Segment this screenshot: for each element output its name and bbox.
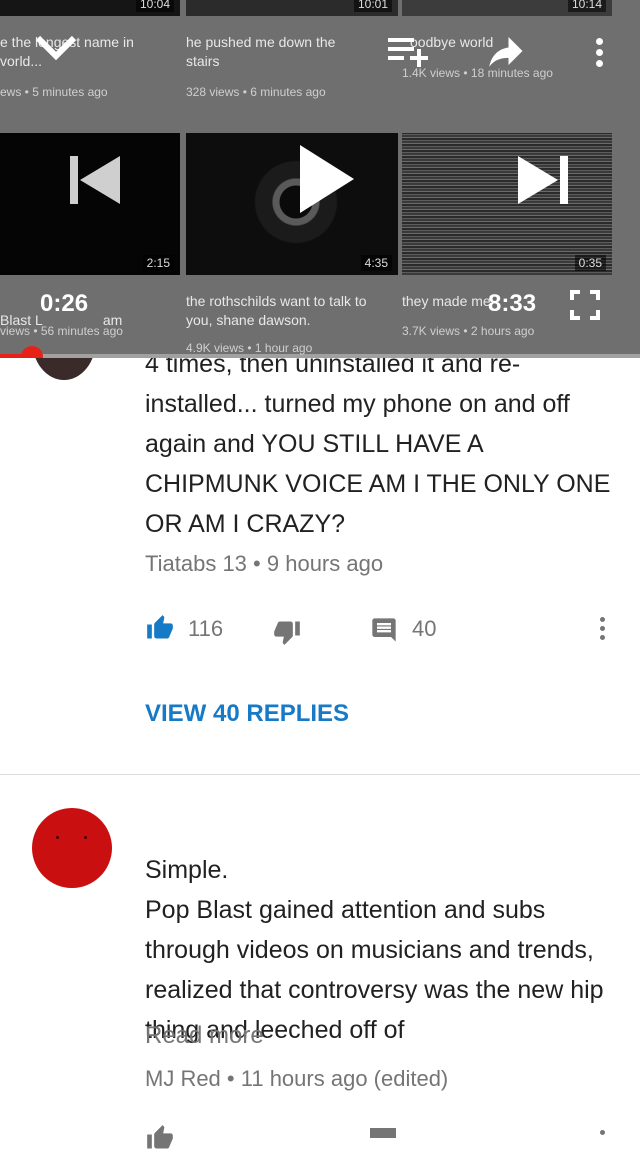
progress-track[interactable]: [0, 354, 640, 358]
duration-badge: 4:35: [360, 255, 392, 271]
suggestion-meta: 4.9K views • 1 hour ago: [186, 341, 313, 355]
comment-2-more-menu[interactable]: [600, 1130, 606, 1139]
separator-dot: •: [253, 551, 267, 576]
like-button[interactable]: [145, 614, 175, 647]
reply-count: 40: [412, 616, 437, 641]
comment-2-meta: MJ Red • 11 hours ago (edited): [145, 1066, 448, 1092]
suggestion-meta: 1.4K views • 18 minutes ago: [402, 66, 553, 80]
suggestion-meta: 3.7K views • 2 hours ago: [402, 324, 535, 338]
view-replies-button[interactable]: VIEW 40 REPLIES: [145, 700, 349, 728]
suggestion-thumbnail[interactable]: 10:14: [402, 0, 612, 16]
comment-1-meta: Tiatabs 13 • 9 hours ago: [145, 551, 383, 577]
duration-badge: 10:01: [353, 0, 392, 12]
suggestion-thumbnail[interactable]: 10:04: [0, 0, 180, 16]
share-icon[interactable]: [482, 30, 528, 72]
elapsed-time: 0:26: [40, 290, 89, 317]
avatar-eye: [84, 836, 87, 839]
suggestion-meta: views • 56 minutes ago: [0, 324, 123, 338]
comment-2-text: Simple. Pop Blast gained attention and s…: [145, 856, 604, 1044]
next-icon[interactable]: [518, 156, 570, 204]
comment-2-avatar[interactable]: [32, 808, 112, 888]
thumbs-up-icon: [147, 1125, 173, 1149]
comment-2-reply-button[interactable]: [370, 1128, 396, 1138]
comment-1-more-menu[interactable]: [600, 617, 606, 644]
player-more-menu[interactable]: [596, 38, 603, 71]
more-vert-icon: [596, 38, 603, 45]
total-duration: 8:33: [488, 290, 537, 317]
comment-1-time: 9 hours ago: [266, 551, 384, 576]
suggestion-title[interactable]: the rothschilds want to talk to you, sha…: [186, 292, 367, 330]
comment-2-time: 11 hours ago (edited): [240, 1066, 449, 1091]
suggestion-meta: ews • 5 minutes ago: [0, 85, 108, 99]
comment-divider: [0, 774, 640, 775]
previous-icon[interactable]: [70, 156, 122, 204]
add-to-playlist-icon[interactable]: [388, 36, 430, 68]
like-count: 116: [188, 616, 224, 641]
suggestion-meta: 328 views • 6 minutes ago: [186, 85, 326, 99]
duration-badge: 0:35: [574, 255, 606, 271]
read-more-link[interactable]: Read more: [145, 1022, 264, 1050]
more-vert-icon: [600, 617, 605, 622]
duration-badge: 10:04: [135, 0, 174, 12]
dislike-button[interactable]: [272, 618, 302, 651]
thumbs-down-icon: [274, 621, 300, 645]
minimize-chevron-icon[interactable]: [34, 32, 78, 62]
suggestion-title[interactable]: they made me: [402, 292, 491, 311]
reply-button[interactable]: [370, 616, 398, 649]
comment-2-author[interactable]: MJ Red: [145, 1066, 221, 1091]
comment-1-author[interactable]: Tiatabs 13: [145, 551, 247, 576]
suggestion-title[interactable]: he pushed me down the stairs: [186, 33, 335, 71]
progress-scrubber[interactable]: [21, 346, 43, 358]
comment-icon: [372, 618, 396, 642]
thumbs-up-icon: [147, 615, 173, 639]
suggestion-thumbnail[interactable]: 10:01: [186, 0, 398, 16]
comment-1-text: 4 times, then uninstalled it and re-inst…: [145, 350, 611, 538]
play-icon[interactable]: [300, 145, 354, 213]
avatar-eye: [56, 836, 59, 839]
more-vert-icon: [600, 1130, 605, 1135]
video-player[interactable]: 10:04 10:01 10:14 e the longest name in …: [0, 0, 640, 358]
static-noise-image: [402, 133, 612, 275]
suggestion-thumbnail[interactable]: 0:35: [402, 133, 612, 275]
suggestion-thumbnail[interactable]: 2:15: [0, 133, 180, 275]
duration-badge: 2:15: [142, 255, 174, 271]
suggestion-thumbnail[interactable]: 4:35: [186, 133, 398, 275]
duration-badge: 10:14: [567, 0, 606, 12]
fullscreen-icon[interactable]: [570, 290, 600, 320]
separator-dot: •: [226, 1066, 241, 1091]
comment-2-like-button[interactable]: [145, 1124, 175, 1157]
